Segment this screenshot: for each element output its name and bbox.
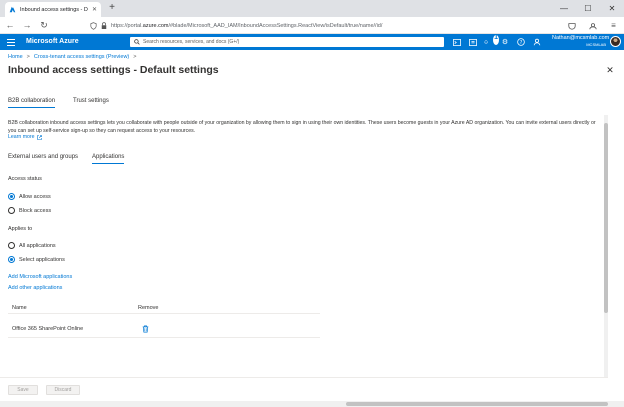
- breadcrumb-separator-trailing: >: [133, 54, 137, 60]
- search-placeholder: Search resources, services, and docs (G+…: [143, 39, 240, 45]
- help-icon[interactable]: ?: [516, 37, 526, 47]
- address-bar[interactable]: https://portal.azure.com/#blade/Microsof…: [90, 19, 545, 32]
- column-header-name: Name: [12, 304, 27, 311]
- breadcrumb-separator: >: [26, 54, 30, 60]
- window-controls: — ☐ ✕: [552, 0, 624, 17]
- notifications-bell-icon[interactable]: 1: [484, 34, 499, 47]
- lock-icon: [101, 21, 107, 30]
- url-text: https://portal.azure.com/#blade/Microsof…: [111, 22, 383, 29]
- browser-tab[interactable]: Inbound access settings - Defa ✕: [5, 2, 101, 17]
- extension-icon[interactable]: [586, 19, 599, 32]
- app-name: Office 365 SharePoint Online: [12, 325, 84, 332]
- trash-icon[interactable]: [140, 324, 150, 334]
- save-button[interactable]: Save: [8, 385, 38, 395]
- notification-count-badge: 1: [493, 34, 499, 45]
- azure-brand[interactable]: Microsoft Azure: [26, 38, 79, 45]
- close-window-icon[interactable]: ✕: [600, 0, 624, 17]
- all-applications-label: All applications: [19, 242, 56, 249]
- footer-bar: Save Discard: [0, 377, 608, 399]
- top-tabs: B2B collaboration Trust settings: [8, 98, 109, 108]
- select-applications-label: Select applications: [19, 256, 65, 263]
- radio-button[interactable]: [8, 242, 15, 249]
- shield-icon: [90, 21, 97, 30]
- table-row: Office 365 SharePoint Online: [8, 320, 320, 338]
- azure-header-icons: 1 ⚙ ?: [452, 34, 542, 47]
- tab-external-users-and-groups[interactable]: External users and groups: [8, 154, 78, 163]
- azure-favicon-icon: [9, 6, 16, 13]
- learn-more-label: Learn more: [8, 134, 35, 140]
- vertical-scrollbar[interactable]: [604, 115, 608, 377]
- column-header-remove: Remove: [138, 304, 159, 311]
- radio-button-checked[interactable]: [8, 256, 15, 263]
- user-tenant: MCSMLAB: [586, 42, 606, 47]
- directory-filter-icon[interactable]: [468, 37, 478, 47]
- allow-access-label: Allow access: [19, 193, 51, 200]
- table-header-row: Name Remove: [8, 302, 320, 314]
- radio-select-applications[interactable]: Select applications: [8, 256, 65, 263]
- feedback-icon[interactable]: [532, 37, 542, 47]
- cloud-shell-icon[interactable]: [452, 37, 462, 47]
- access-status-label: Access status: [8, 176, 42, 182]
- avatar[interactable]: [610, 36, 621, 47]
- page-title: Inbound access settings - Default settin…: [8, 64, 219, 76]
- radio-block-access[interactable]: Block access: [8, 207, 51, 214]
- search-icon: [134, 39, 140, 45]
- browser-tab-title: Inbound access settings - Defa: [20, 6, 88, 13]
- more-options-icon[interactable]: ···: [195, 65, 203, 74]
- breadcrumb: Home > Cross-tenant access settings (Pre…: [8, 54, 136, 60]
- breadcrumb-cross-tenant[interactable]: Cross-tenant access settings (Preview): [34, 54, 129, 60]
- tab-trust-settings[interactable]: Trust settings: [73, 98, 109, 107]
- applies-to-label: Applies to: [8, 226, 33, 232]
- tab-b2b-collaboration[interactable]: B2B collaboration: [8, 98, 56, 108]
- pocket-icon[interactable]: [565, 19, 578, 32]
- settings-gear-icon[interactable]: ⚙: [500, 37, 510, 47]
- global-search-input[interactable]: Search resources, services, and docs (G+…: [130, 37, 444, 47]
- applications-table: Name Remove Office 365 SharePoint Online: [8, 302, 320, 338]
- breadcrumb-home[interactable]: Home: [8, 54, 23, 60]
- minimize-icon[interactable]: —: [552, 0, 576, 17]
- azure-top-bar: Microsoft Azure Search resources, servic…: [0, 34, 624, 50]
- maximize-icon[interactable]: ☐: [576, 0, 600, 17]
- close-tab-icon[interactable]: ✕: [92, 6, 97, 13]
- new-tab-icon[interactable]: +: [107, 3, 117, 13]
- external-link-icon: [36, 134, 42, 140]
- forward-icon[interactable]: →: [20, 18, 34, 32]
- radio-button-checked[interactable]: [8, 193, 15, 200]
- horizontal-scrollbar-thumb[interactable]: [346, 402, 608, 406]
- radio-button[interactable]: [8, 207, 15, 214]
- radio-all-applications[interactable]: All applications: [8, 242, 56, 249]
- add-other-applications-link[interactable]: Add other applications: [8, 285, 62, 291]
- portal-menu-icon[interactable]: [6, 37, 16, 47]
- tab-applications[interactable]: Applications: [92, 154, 125, 164]
- browser-toolbar: ← → ↻ https://portal.azure.com/#blade/Mi…: [0, 17, 624, 47]
- radio-allow-access[interactable]: Allow access: [8, 193, 51, 200]
- add-microsoft-applications-link[interactable]: Add Microsoft applications: [8, 274, 72, 280]
- back-icon[interactable]: ←: [3, 18, 17, 32]
- close-icon[interactable]: ✕: [605, 65, 615, 75]
- user-name: Nathan@mcsmlab.com: [552, 35, 610, 41]
- horizontal-scrollbar[interactable]: [0, 401, 624, 407]
- toolbar-right-icons: ≡: [565, 19, 620, 32]
- refresh-icon[interactable]: ↻: [37, 18, 51, 32]
- menu-icon[interactable]: ≡: [607, 19, 620, 32]
- description-text: B2B collaboration inbound access setting…: [8, 120, 596, 134]
- vertical-scrollbar-thumb[interactable]: [604, 123, 608, 313]
- account-info[interactable]: Nathan@mcsmlab.com MCSMLAB: [552, 35, 610, 48]
- discard-button[interactable]: Discard: [46, 385, 80, 395]
- learn-more-link[interactable]: Learn more: [8, 134, 42, 140]
- sub-tabs: External users and groups Applications: [8, 154, 125, 164]
- browser-tab-strip: Inbound access settings - Defa ✕ + — ☐ ✕: [0, 0, 624, 17]
- block-access-label: Block access: [19, 207, 52, 214]
